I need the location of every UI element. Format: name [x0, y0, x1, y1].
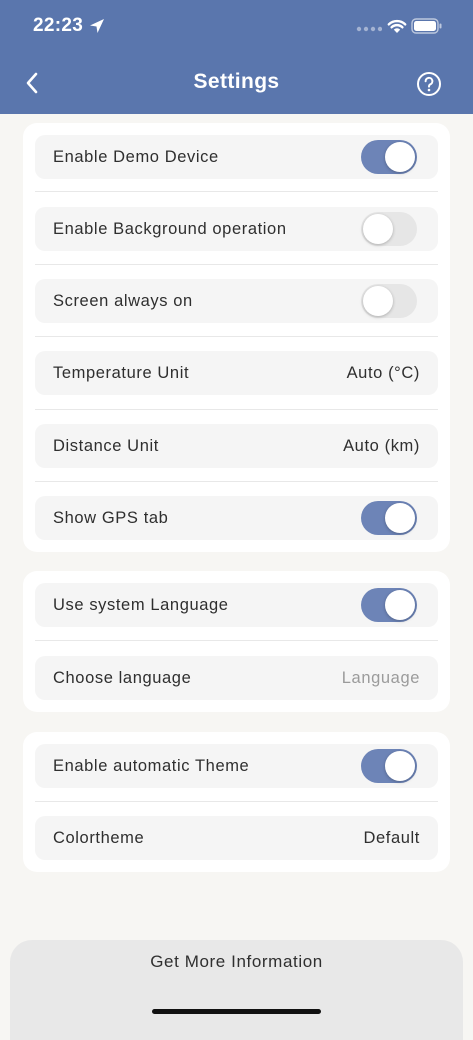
battery-icon [411, 18, 442, 34]
row-screen-always-on[interactable]: Screen always on [35, 279, 438, 323]
row-enable-automatic-theme[interactable]: Enable automatic Theme [35, 744, 438, 788]
row-label: Use system Language [53, 596, 229, 614]
temperature-unit-value: Auto (°C) [346, 364, 420, 382]
row-label: Distance Unit [53, 437, 159, 455]
row-label: Screen always on [53, 292, 193, 310]
language-placeholder: Language [341, 669, 420, 687]
location-arrow-icon [90, 19, 104, 33]
divider [35, 264, 438, 265]
row-enable-background-operation[interactable]: Enable Background operation [35, 207, 438, 251]
status-time: 22:23 [33, 15, 84, 36]
toggle-enable-automatic-theme[interactable] [361, 749, 417, 783]
toggle-show-gps-tab[interactable] [361, 501, 417, 535]
row-use-system-language[interactable]: Use system Language [35, 583, 438, 627]
settings-group-theme: Enable automatic Theme Colortheme Defaul… [23, 732, 450, 872]
toggle-use-system-language[interactable] [361, 588, 417, 622]
row-label: Enable automatic Theme [53, 757, 250, 775]
row-colortheme[interactable]: Colortheme Default [35, 816, 438, 860]
divider [35, 481, 438, 482]
toggle-enable-demo-device[interactable] [361, 140, 417, 174]
distance-unit-value: Auto (km) [343, 437, 420, 455]
toggle-screen-always-on[interactable] [361, 284, 417, 318]
home-indicator[interactable] [152, 1009, 321, 1014]
row-choose-language[interactable]: Choose language Language [35, 656, 438, 700]
navigation-bar: 22:23 Settings [0, 0, 473, 114]
colortheme-value: Default [363, 829, 420, 847]
toggle-enable-background-operation[interactable] [361, 212, 417, 246]
row-label: Enable Background operation [53, 220, 287, 238]
row-label: Show GPS tab [53, 509, 169, 527]
settings-group-device: Enable Demo Device Enable Background ope… [23, 123, 450, 552]
row-temperature-unit[interactable]: Temperature Unit Auto (°C) [35, 351, 438, 395]
row-distance-unit[interactable]: Distance Unit Auto (km) [35, 424, 438, 468]
divider [35, 191, 438, 192]
bottom-sheet: Get More Information [10, 940, 463, 1040]
page-title: Settings [193, 70, 280, 93]
get-more-information-button[interactable]: Get More Information [10, 952, 463, 972]
row-enable-demo-device[interactable]: Enable Demo Device [35, 135, 438, 179]
cellular-signal-icon [356, 26, 382, 32]
divider [35, 801, 438, 802]
row-label: Enable Demo Device [53, 148, 219, 166]
wifi-icon [387, 19, 407, 33]
row-label: Temperature Unit [53, 364, 190, 382]
row-show-gps-tab[interactable]: Show GPS tab [35, 496, 438, 540]
settings-group-language: Use system Language Choose language Lang… [23, 571, 450, 712]
divider [35, 336, 438, 337]
help-circle-icon[interactable] [416, 71, 442, 97]
row-label: Colortheme [53, 829, 145, 847]
divider [35, 640, 438, 641]
row-label: Choose language [53, 669, 192, 687]
divider [35, 409, 438, 410]
